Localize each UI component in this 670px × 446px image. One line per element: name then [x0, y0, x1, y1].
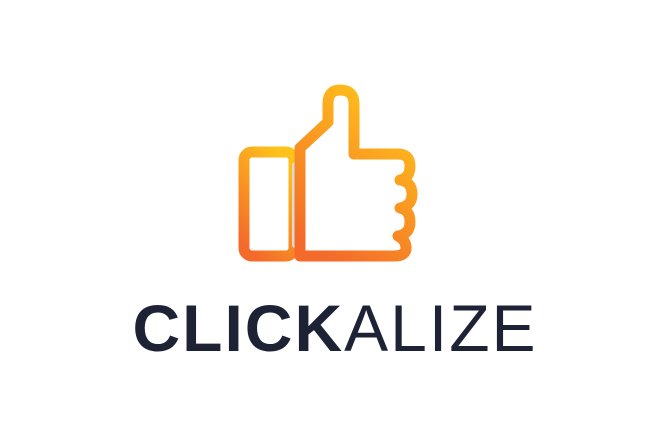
thumbs-up-icon: [238, 84, 418, 262]
thumb-cuff: [238, 146, 300, 262]
thumb-hand: [294, 84, 418, 262]
wordmark-bold: CLICK: [132, 291, 345, 365]
logo-canvas: CLICKALIZE: [0, 0, 670, 446]
wordmark-light: ALIZE: [344, 291, 538, 365]
brand-wordmark: CLICKALIZE: [0, 288, 670, 368]
